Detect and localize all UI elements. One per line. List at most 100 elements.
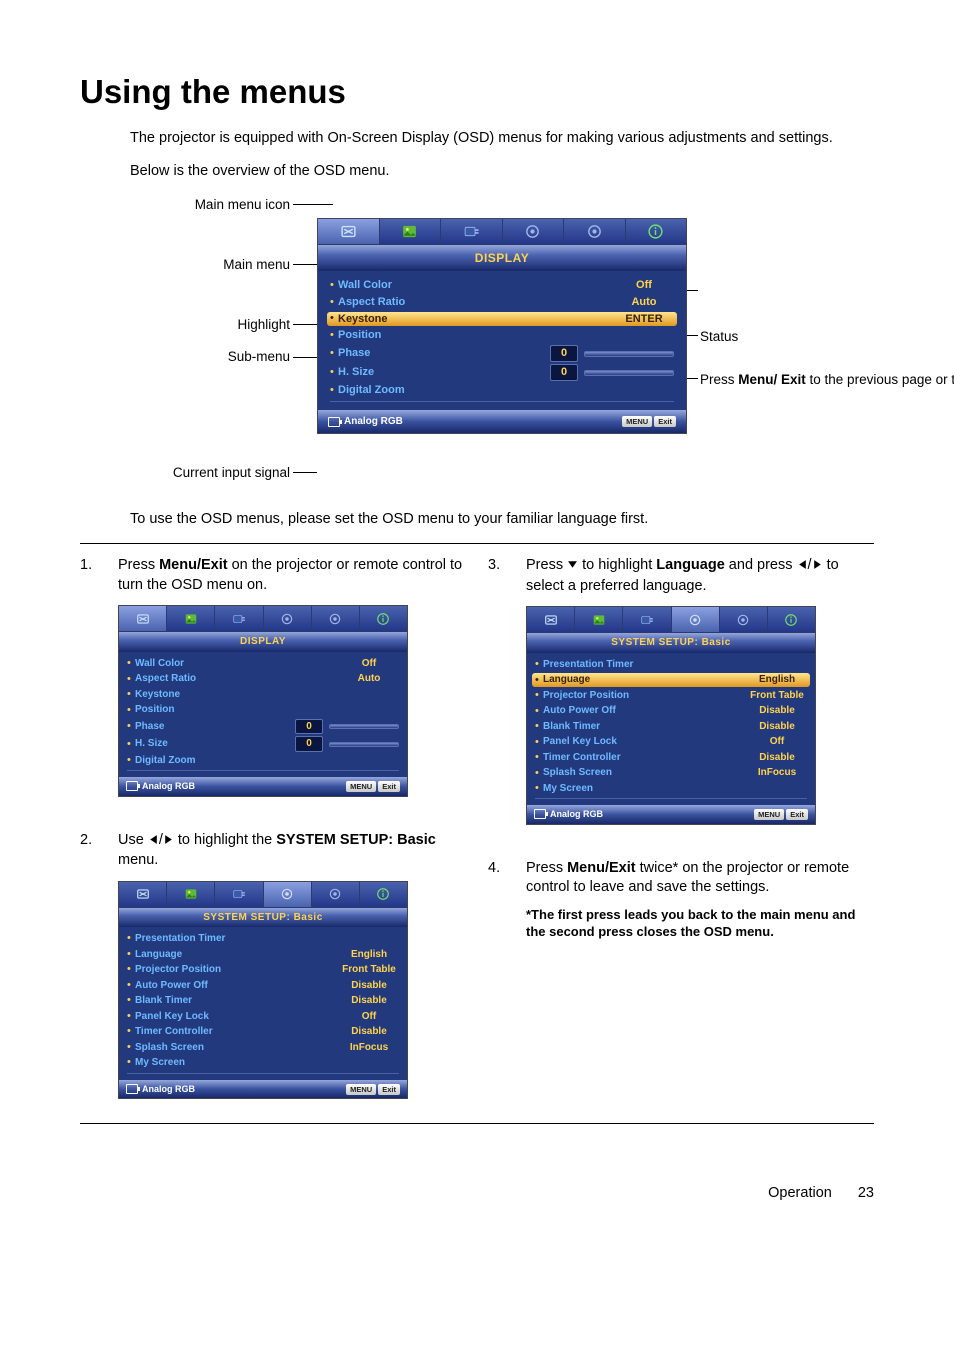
osd-btn-menu[interactable]: MENU (754, 809, 784, 820)
osd-tab-picture[interactable] (380, 219, 442, 244)
osd-tab-info[interactable] (360, 882, 407, 907)
osd-tab-setup2[interactable] (312, 882, 360, 907)
osd-tab-picture[interactable] (575, 607, 623, 632)
osd-tab-picture[interactable] (167, 882, 215, 907)
left-arrow-icon (797, 557, 808, 577)
osd-item[interactable]: •Digital Zoom (127, 753, 399, 769)
osd-item[interactable]: •Phase0 (330, 344, 674, 363)
osd-item-value: InFocus (339, 1041, 399, 1055)
slider-track[interactable] (584, 351, 674, 357)
bullet-icon: • (127, 739, 135, 750)
osd-tab-info[interactable] (360, 606, 407, 631)
osd-tab-source[interactable] (441, 219, 503, 244)
osd-tab-setup1[interactable] (672, 607, 720, 632)
osd-tab-display[interactable] (527, 607, 575, 632)
osd-title: DISPLAY (318, 245, 686, 271)
osd-btn-menu[interactable]: MENU (622, 416, 652, 427)
osd-item-label: Projector Position (135, 963, 339, 977)
osd-tab-setup2[interactable] (564, 219, 626, 244)
osd-item-label: Blank Timer (135, 994, 339, 1008)
osd-item-label: Position (338, 328, 674, 343)
osd-tab-setup1[interactable] (264, 606, 312, 631)
osd-btn-exit[interactable]: Exit (378, 781, 400, 792)
osd-tab-setup2[interactable] (720, 607, 768, 632)
osd-item[interactable]: •LanguageEnglish (532, 673, 810, 687)
osd-tab-setup1[interactable] (503, 219, 565, 244)
osd-item-label: Presentation Timer (543, 658, 807, 672)
osd-tab-picture[interactable] (167, 606, 215, 631)
osd-btn-menu[interactable]: MENU (346, 1084, 376, 1095)
osd-overview: DISPLAY •Wall ColorOff•Aspect RatioAuto•… (317, 218, 687, 435)
osd-item[interactable]: •Auto Power OffDisable (535, 703, 807, 719)
osd-signal-text: Analog RGB (550, 808, 603, 820)
osd-item[interactable]: •Projector PositionFront Table (535, 688, 807, 704)
osd-item-value: Disable (339, 979, 399, 993)
osd-btn-exit[interactable]: Exit (378, 1084, 400, 1095)
osd-item[interactable]: •Timer ControllerDisable (127, 1024, 399, 1040)
osd-item[interactable]: •Panel Key LockOff (127, 1009, 399, 1025)
osd-tab-source[interactable] (623, 607, 671, 632)
osd-tab-setup1[interactable] (264, 882, 312, 907)
bullet-icon: • (330, 385, 338, 396)
osd-item-label: Keystone (338, 312, 614, 327)
osd-tab-display[interactable] (119, 606, 167, 631)
osd-tab-setup2[interactable] (312, 606, 360, 631)
osd-item[interactable]: •H. Size0 (127, 735, 399, 753)
osd-tab-info[interactable] (626, 219, 687, 244)
osd-tab-info[interactable] (768, 607, 815, 632)
bullet-icon: • (127, 689, 135, 700)
bullet-icon: • (127, 1042, 135, 1053)
osd-item-value: 0 (550, 345, 578, 362)
osd-item[interactable]: •Keystone (127, 687, 399, 703)
osd-item[interactable]: •My Screen (127, 1055, 399, 1071)
osd-btn-exit[interactable]: Exit (786, 809, 808, 820)
osd-item-label: Auto Power Off (543, 704, 747, 718)
osd-item[interactable]: •Phase0 (127, 718, 399, 736)
step-number-4: 4. (488, 859, 526, 941)
osd-tab-display[interactable] (119, 882, 167, 907)
osd-item[interactable]: •Aspect RatioAuto (127, 671, 399, 687)
osd-tab-source[interactable] (215, 882, 263, 907)
osd-item[interactable]: •My Screen (535, 781, 807, 797)
bullet-icon: • (127, 1026, 135, 1037)
osd-item[interactable]: •Blank TimerDisable (535, 719, 807, 735)
osd-item[interactable]: •Auto Power OffDisable (127, 978, 399, 994)
osd-signal-text: Analog RGB (142, 780, 195, 792)
osd-item-value: Disable (747, 751, 807, 765)
osd-item[interactable]: •Aspect RatioAuto (330, 294, 674, 311)
osd-item[interactable]: •Panel Key LockOff (535, 734, 807, 750)
osd-btn-menu[interactable]: MENU (346, 781, 376, 792)
osd-item[interactable]: •Splash ScreenInFocus (535, 765, 807, 781)
osd-item-label: Digital Zoom (135, 754, 399, 768)
osd-item[interactable]: •Position (127, 702, 399, 718)
slider-track[interactable] (584, 370, 674, 376)
osd-item[interactable]: •Presentation Timer (535, 657, 807, 673)
osd-item[interactable]: •Timer ControllerDisable (535, 750, 807, 766)
osd-step2: SYSTEM SETUP: Basic •Presentation Timer•… (118, 881, 408, 1099)
osd-step1: DISPLAY •Wall ColorOff•Aspect RatioAuto•… (118, 605, 408, 796)
osd-tab-display[interactable] (318, 219, 380, 244)
step-text-4: Press Menu/Exit twice* on the projector … (526, 859, 874, 941)
osd-item[interactable]: •H. Size0 (330, 363, 674, 382)
osd-item-label: Splash Screen (543, 766, 747, 780)
osd-item-label: Timer Controller (135, 1025, 339, 1039)
osd-item[interactable]: •Position (330, 327, 674, 344)
osd-item[interactable]: •Digital Zoom (330, 382, 674, 399)
step-4-note: *The first press leads you back to the m… (526, 906, 874, 941)
slider-track[interactable] (329, 742, 399, 747)
slider-track[interactable] (329, 724, 399, 729)
osd-btn-exit[interactable]: Exit (654, 416, 676, 427)
osd-item[interactable]: •Presentation Timer (127, 931, 399, 947)
osd-item[interactable]: •Wall ColorOff (127, 656, 399, 672)
left-arrow-icon (148, 832, 159, 852)
bullet-icon: • (330, 348, 338, 359)
osd-item[interactable]: •Splash ScreenInFocus (127, 1040, 399, 1056)
osd-item[interactable]: •Blank TimerDisable (127, 993, 399, 1009)
osd-item[interactable]: •Wall ColorOff (330, 277, 674, 294)
osd-tab-source[interactable] (215, 606, 263, 631)
intro-text-2: Below is the overview of the OSD menu. (130, 162, 874, 182)
osd-item[interactable]: •KeystoneENTER (327, 312, 677, 327)
osd-item[interactable]: •LanguageEnglish (127, 947, 399, 963)
osd-item-label: Wall Color (135, 657, 339, 671)
osd-item[interactable]: •Projector PositionFront Table (127, 962, 399, 978)
